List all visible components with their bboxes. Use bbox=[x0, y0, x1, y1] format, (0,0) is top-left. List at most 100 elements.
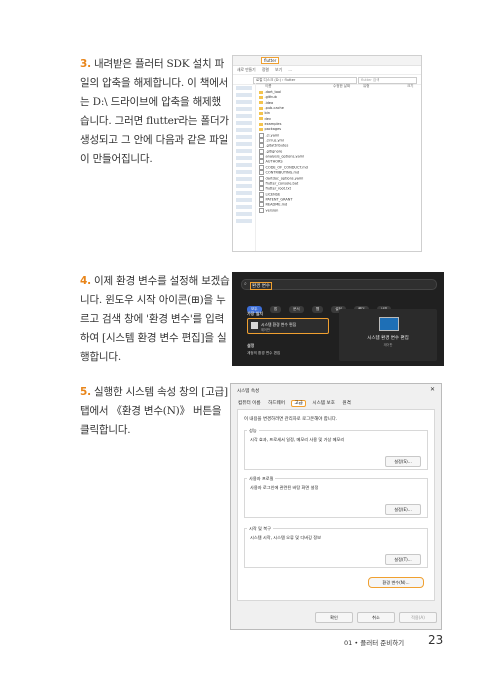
page-number: 23 bbox=[428, 633, 444, 647]
group-startup-recovery: 시작 및 복구 시스템 시작, 시스템 오류 및 디버깅 정보 설정(T)... bbox=[244, 526, 428, 568]
folder-icon bbox=[259, 90, 263, 94]
monitor-icon bbox=[379, 317, 399, 331]
tab-system-protection[interactable]: 시스템 보호 bbox=[311, 400, 336, 407]
menu-new[interactable]: 새로 만들기 bbox=[237, 67, 256, 72]
file-name: CODE_OF_CONDUCT.md bbox=[265, 165, 308, 170]
search-query: 환경 변수 bbox=[250, 281, 272, 290]
dialog-tabs: 컴퓨터 이름 하드웨어 고급 시스템 보호 원격 bbox=[237, 400, 356, 407]
file-name: flutter_console.bat bbox=[265, 181, 299, 186]
search-bar[interactable]: ⌕ 환경 변수 bbox=[241, 279, 437, 290]
step-number: 5. bbox=[80, 386, 91, 398]
file-icon bbox=[259, 175, 264, 181]
result-preview-pane: 시스템 환경 변수 편집 제어판 bbox=[339, 309, 437, 361]
file-name: packages bbox=[264, 127, 282, 132]
chip-web[interactable]: 웹 bbox=[311, 306, 324, 313]
file-name: AUTHORS bbox=[265, 159, 283, 164]
menu-view[interactable]: 보기 bbox=[275, 67, 282, 72]
step-3-text: 3. 내려받은 플러터 SDK 설치 파일의 압축을 해제합니다. 이 책에서는… bbox=[80, 55, 230, 169]
chip-docs[interactable]: 문서 bbox=[289, 306, 304, 313]
file-name: .dart_tool bbox=[264, 90, 282, 94]
file-name: .gitignore bbox=[265, 149, 283, 154]
file-name: .cirrus.yml bbox=[265, 138, 284, 143]
admin-note: 이 내용을 변경하려면 관리자로 로그온해야 합니다. bbox=[244, 417, 338, 422]
apply-button[interactable]: 적용(A) bbox=[399, 612, 437, 623]
environment-variables-button[interactable]: 환경 변수(N)... bbox=[368, 577, 424, 588]
file-name: .pub-cache bbox=[264, 106, 284, 111]
explorer-menubar: 새로 만들기 정렬 보기 ... bbox=[233, 66, 421, 75]
file-icon bbox=[259, 207, 264, 213]
file-name: analysis_options.yaml bbox=[265, 154, 305, 159]
step-description: 내려받은 플러터 SDK 설치 파일의 압축을 해제합니다. 이 책에서는 D:… bbox=[80, 58, 229, 165]
file-icon bbox=[259, 186, 264, 192]
file-name: dartdoc_options.yaml bbox=[265, 176, 304, 180]
file-row[interactable]: version bbox=[259, 207, 419, 213]
file-icon bbox=[259, 196, 264, 202]
account-env-result[interactable]: 계정의 환경 변수 편집 bbox=[247, 351, 280, 356]
col-type[interactable]: 유형 bbox=[363, 84, 369, 89]
file-name: bin bbox=[264, 111, 270, 116]
menu-more[interactable]: ... bbox=[288, 67, 292, 72]
cancel-button[interactable]: 취소 bbox=[357, 612, 395, 623]
file-name: dev bbox=[264, 116, 271, 121]
group-performance: 성능 시각 효과, 프로세서 일정, 메모리 사용 및 가상 메모리 설정(S)… bbox=[244, 428, 428, 470]
group-title: 성능 bbox=[247, 428, 259, 434]
close-icon[interactable]: ✕ bbox=[430, 386, 435, 393]
file-name: version bbox=[265, 208, 279, 213]
file-name: .gitattributes bbox=[265, 143, 289, 148]
folder-icon bbox=[259, 122, 263, 126]
tab-computer-name[interactable]: 컴퓨터 이름 bbox=[237, 400, 262, 407]
tab-hardware[interactable]: 하드웨어 bbox=[267, 400, 286, 407]
group-title: 시작 및 복구 bbox=[247, 526, 273, 532]
startup-settings-button[interactable]: 설정(T)... bbox=[385, 554, 421, 565]
group-description: 시스템 시작, 시스템 오류 및 디버깅 정보 bbox=[250, 535, 321, 540]
chapter-label: 01 • 플러터 준비하기 bbox=[344, 639, 405, 647]
column-header: 이름 수정한 날짜 유형 크기 bbox=[259, 84, 419, 89]
control-panel-icon bbox=[251, 322, 258, 329]
file-icon bbox=[259, 132, 264, 138]
chip-apps[interactable]: 앱 bbox=[269, 306, 282, 313]
advanced-panel: 이 내용을 변경하려면 관리자로 로그온해야 합니다. 성능 시각 효과, 프로… bbox=[237, 409, 435, 601]
file-icon bbox=[259, 154, 264, 160]
system-properties-screenshot: 시스템 속성 ✕ 컴퓨터 이름 하드웨어 고급 시스템 보호 원격 이 내용을 … bbox=[230, 383, 442, 630]
best-match-heading: 가장 일치 bbox=[247, 311, 264, 316]
settings-heading: 설정 bbox=[247, 343, 255, 348]
tab-advanced[interactable]: 고급 bbox=[291, 400, 306, 407]
explorer-search-input[interactable]: flutter 검색 bbox=[358, 76, 417, 84]
file-name: flutter_root.txt bbox=[265, 186, 291, 191]
file-icon bbox=[259, 148, 264, 154]
preview-title: 시스템 환경 변수 편집 bbox=[367, 336, 409, 341]
file-name: .ci.yaml bbox=[265, 133, 280, 138]
file-icon bbox=[259, 170, 264, 176]
profile-settings-button[interactable]: 설정(E)... bbox=[385, 504, 421, 515]
file-icon bbox=[259, 164, 264, 170]
file-icon bbox=[259, 180, 264, 186]
preview-subtitle: 제어판 bbox=[383, 343, 393, 347]
group-user-profiles: 사용자 프로필 사용자 로그인에 관련된 바탕 화면 설정 설정(E)... bbox=[244, 476, 428, 518]
step-5-text: 5. 실행한 시스템 속성 창의 [고급] 탭에서 《환경 변수(N)》 버튼을… bbox=[80, 383, 230, 440]
step-number: 4. bbox=[80, 275, 91, 287]
file-name: LICENSE bbox=[265, 192, 281, 197]
file-name: .idea bbox=[264, 100, 274, 105]
col-size[interactable]: 크기 bbox=[407, 84, 413, 89]
step-number: 3. bbox=[80, 58, 91, 70]
menu-sort[interactable]: 정렬 bbox=[262, 67, 269, 72]
file-icon bbox=[259, 191, 264, 197]
col-date[interactable]: 수정한 날짜 bbox=[333, 84, 350, 89]
best-match-result[interactable]: 시스템 환경 변수 편집 제어판 bbox=[247, 318, 329, 334]
file-explorer-screenshot: flutter 새로 만들기 정렬 보기 ... 로컬 디스크 (D:) › f… bbox=[232, 55, 422, 252]
folder-icon bbox=[259, 106, 263, 110]
navigation-pane bbox=[233, 83, 256, 251]
group-title: 사용자 프로필 bbox=[247, 476, 276, 482]
file-name: CONTRIBUTING.md bbox=[265, 170, 300, 175]
folder-icon bbox=[259, 111, 263, 115]
address-bar[interactable]: 로컬 디스크 (D:) › flutter bbox=[253, 76, 357, 84]
performance-settings-button[interactable]: 설정(S)... bbox=[385, 456, 421, 467]
file-name: .github bbox=[264, 95, 277, 100]
ok-button[interactable]: 확인 bbox=[315, 612, 353, 623]
explorer-tab[interactable]: flutter bbox=[261, 57, 280, 64]
file-icon bbox=[259, 202, 264, 208]
folder-icon bbox=[259, 117, 263, 121]
tab-remote[interactable]: 원격 bbox=[341, 400, 351, 407]
col-name[interactable]: 이름 bbox=[265, 84, 271, 89]
explorer-titlebar: flutter bbox=[233, 56, 421, 66]
